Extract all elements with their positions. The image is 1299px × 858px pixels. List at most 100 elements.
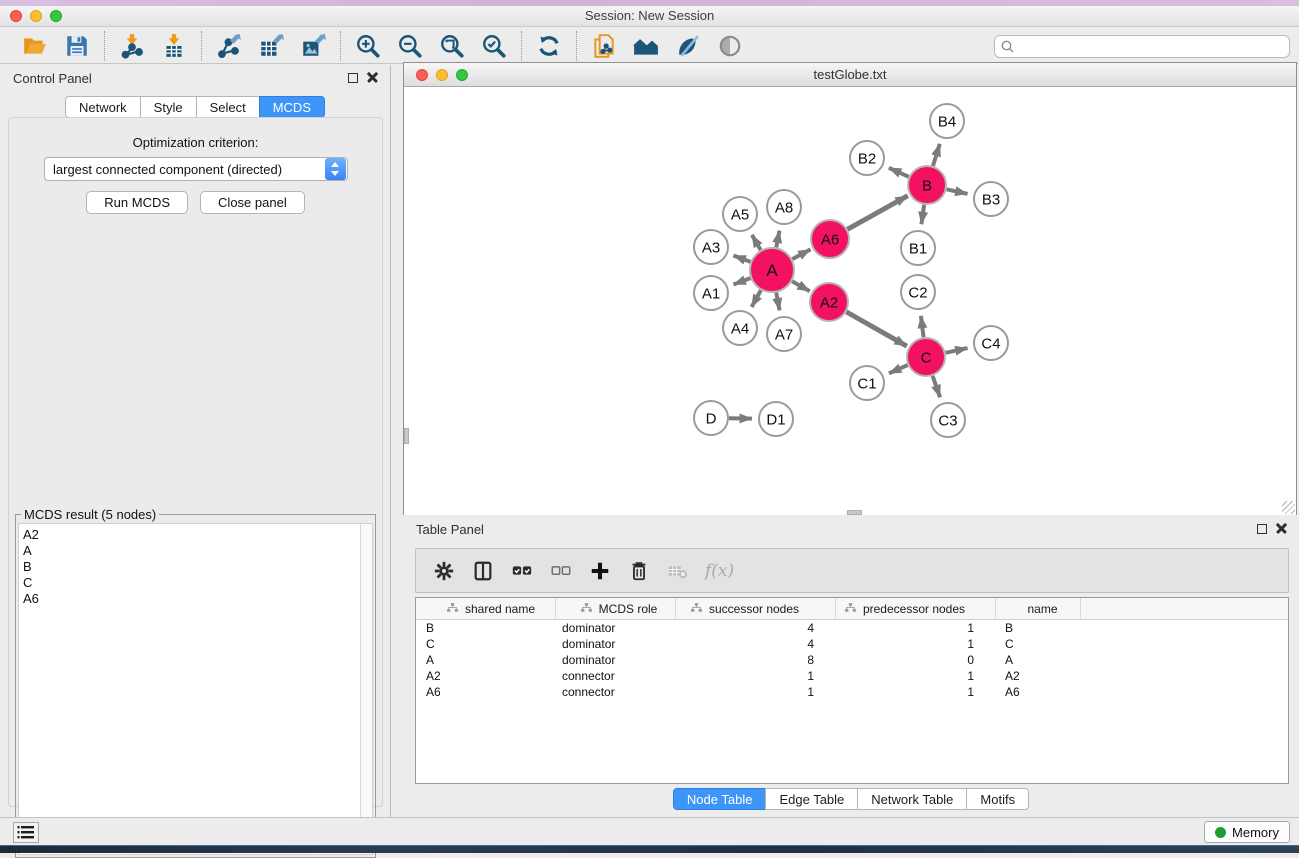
gear-icon: [433, 560, 455, 582]
column-header-shared-name[interactable]: shared name: [416, 598, 556, 619]
resize-grip[interactable]: [1282, 501, 1295, 514]
column-header-predecessor-nodes[interactable]: predecessor nodes: [836, 598, 996, 619]
table-row[interactable]: Bdominator41B: [416, 620, 1288, 636]
save-floppy-icon: [64, 33, 90, 59]
table-cell: 1: [676, 668, 836, 684]
task-history-button[interactable]: [13, 822, 39, 843]
refresh-layout-button[interactable]: [534, 31, 564, 61]
optimization-criterion-label: Optimization criterion:: [9, 135, 382, 150]
add-column-button[interactable]: [588, 559, 612, 583]
trash-icon: [628, 560, 650, 582]
table-cell: C: [416, 636, 556, 652]
control-panel: Control Panel NetworkStyleSelectMCDS Opt…: [0, 65, 391, 817]
table-settings-button[interactable]: [432, 559, 456, 583]
node-table[interactable]: shared nameMCDS rolesuccessor nodesprede…: [415, 597, 1289, 784]
control-panel-title: Control Panel: [13, 71, 92, 86]
edge-A6-B: [847, 196, 907, 230]
table-row[interactable]: Cdominator41C: [416, 636, 1288, 652]
toolbar-search-field[interactable]: [994, 35, 1290, 58]
node-label-C2: C2: [908, 284, 927, 301]
node-label-A1: A1: [702, 285, 720, 302]
result-item[interactable]: B: [23, 559, 360, 575]
search-icon: [1000, 39, 1016, 55]
node-label-C4: C4: [981, 335, 1000, 352]
edge-A-A7: [776, 293, 779, 311]
table-cell: 0: [836, 652, 996, 668]
mcds-result-list[interactable]: A2ABCA6: [18, 523, 360, 855]
zoom-out-button[interactable]: [395, 31, 425, 61]
tab-network[interactable]: Network: [65, 96, 141, 118]
save-session-button[interactable]: [62, 31, 92, 61]
float-table-panel-icon[interactable]: [1257, 524, 1267, 534]
select-all-rows-button[interactable]: [510, 559, 534, 583]
tab-select[interactable]: Select: [196, 96, 260, 118]
edge-B-B1: [921, 205, 924, 224]
close-table-panel-icon[interactable]: [1276, 523, 1287, 534]
network-zoom-button[interactable]: [456, 69, 468, 81]
import-network-button[interactable]: [117, 31, 147, 61]
column-header-name[interactable]: name: [996, 598, 1081, 619]
home-view-button[interactable]: [631, 31, 661, 61]
result-item[interactable]: A2: [23, 527, 360, 543]
zoom-out-icon: [397, 33, 423, 59]
table-cell: dominator: [556, 636, 676, 652]
tab-motifs[interactable]: Motifs: [966, 788, 1029, 810]
close-panel-icon[interactable]: [367, 72, 378, 83]
search-input[interactable]: [1016, 40, 1289, 54]
column-header-MCDS-role[interactable]: MCDS role: [556, 598, 676, 619]
result-item[interactable]: A6: [23, 591, 360, 607]
float-panel-icon[interactable]: [348, 73, 358, 83]
table-row[interactable]: A2connector11A2: [416, 668, 1288, 684]
zoom-selected-button[interactable]: [479, 31, 509, 61]
close-panel-button[interactable]: Close panel: [200, 191, 305, 214]
clone-network-button[interactable]: [589, 31, 619, 61]
eye-icon: [717, 33, 743, 59]
export-table-button[interactable]: [256, 31, 286, 61]
zoom-in-button[interactable]: [353, 31, 383, 61]
export-image-button[interactable]: [298, 31, 328, 61]
import-table-button[interactable]: [159, 31, 189, 61]
window-controls[interactable]: [10, 10, 62, 22]
horizontal-scrollbar-thumb[interactable]: [847, 510, 862, 515]
mcds-panel: Optimization criterion: largest connecte…: [8, 117, 383, 807]
network-window-titlebar[interactable]: testGlobe.txt: [404, 63, 1296, 87]
node-label-C: C: [921, 349, 932, 366]
column-header-successor-nodes[interactable]: successor nodes: [676, 598, 836, 619]
result-list-scrollbar[interactable]: [360, 523, 373, 855]
function-builder-button[interactable]: f(x): [705, 561, 734, 581]
style-toggle-button[interactable]: [673, 31, 703, 61]
zoom-fit-button[interactable]: [437, 31, 467, 61]
vertical-scrollbar-thumb[interactable]: [404, 428, 409, 444]
delete-column-button[interactable]: [627, 559, 651, 583]
table-row[interactable]: A6connector11A6: [416, 684, 1288, 700]
zoom-fit-icon: [439, 33, 465, 59]
tab-mcds[interactable]: MCDS: [259, 96, 325, 118]
result-item[interactable]: C: [23, 575, 360, 591]
minimize-window-button[interactable]: [30, 10, 42, 22]
tab-network-table[interactable]: Network Table: [857, 788, 967, 810]
deselect-all-rows-button[interactable]: [549, 559, 573, 583]
table-cell: 1: [836, 620, 996, 636]
export-network-button[interactable]: [214, 31, 244, 61]
edge-A-A4: [752, 290, 761, 307]
close-window-button[interactable]: [10, 10, 22, 22]
tab-style[interactable]: Style: [140, 96, 197, 118]
criterion-dropdown[interactable]: largest connected component (directed): [44, 157, 348, 181]
delete-table-button[interactable]: [666, 559, 690, 583]
result-item[interactable]: A: [23, 543, 360, 559]
network-minimize-button[interactable]: [436, 69, 448, 81]
network-canvas[interactable]: B4B2BB3A5A8A6A3AB1A1C2A2A4A7C4CC1DD1C3: [404, 88, 1296, 515]
zoom-in-icon: [355, 33, 381, 59]
edge-A-A6: [792, 249, 810, 259]
memory-button[interactable]: Memory: [1204, 821, 1290, 843]
tab-edge-table[interactable]: Edge Table: [765, 788, 858, 810]
visibility-toggle-button[interactable]: [715, 31, 745, 61]
node-label-B3: B3: [982, 191, 1000, 208]
open-session-button[interactable]: [20, 31, 50, 61]
run-mcds-button[interactable]: Run MCDS: [86, 191, 188, 214]
zoom-window-button[interactable]: [50, 10, 62, 22]
tab-node-table[interactable]: Node Table: [673, 788, 767, 810]
table-row[interactable]: Adominator80A: [416, 652, 1288, 668]
show-columns-button[interactable]: [471, 559, 495, 583]
network-close-button[interactable]: [416, 69, 428, 81]
